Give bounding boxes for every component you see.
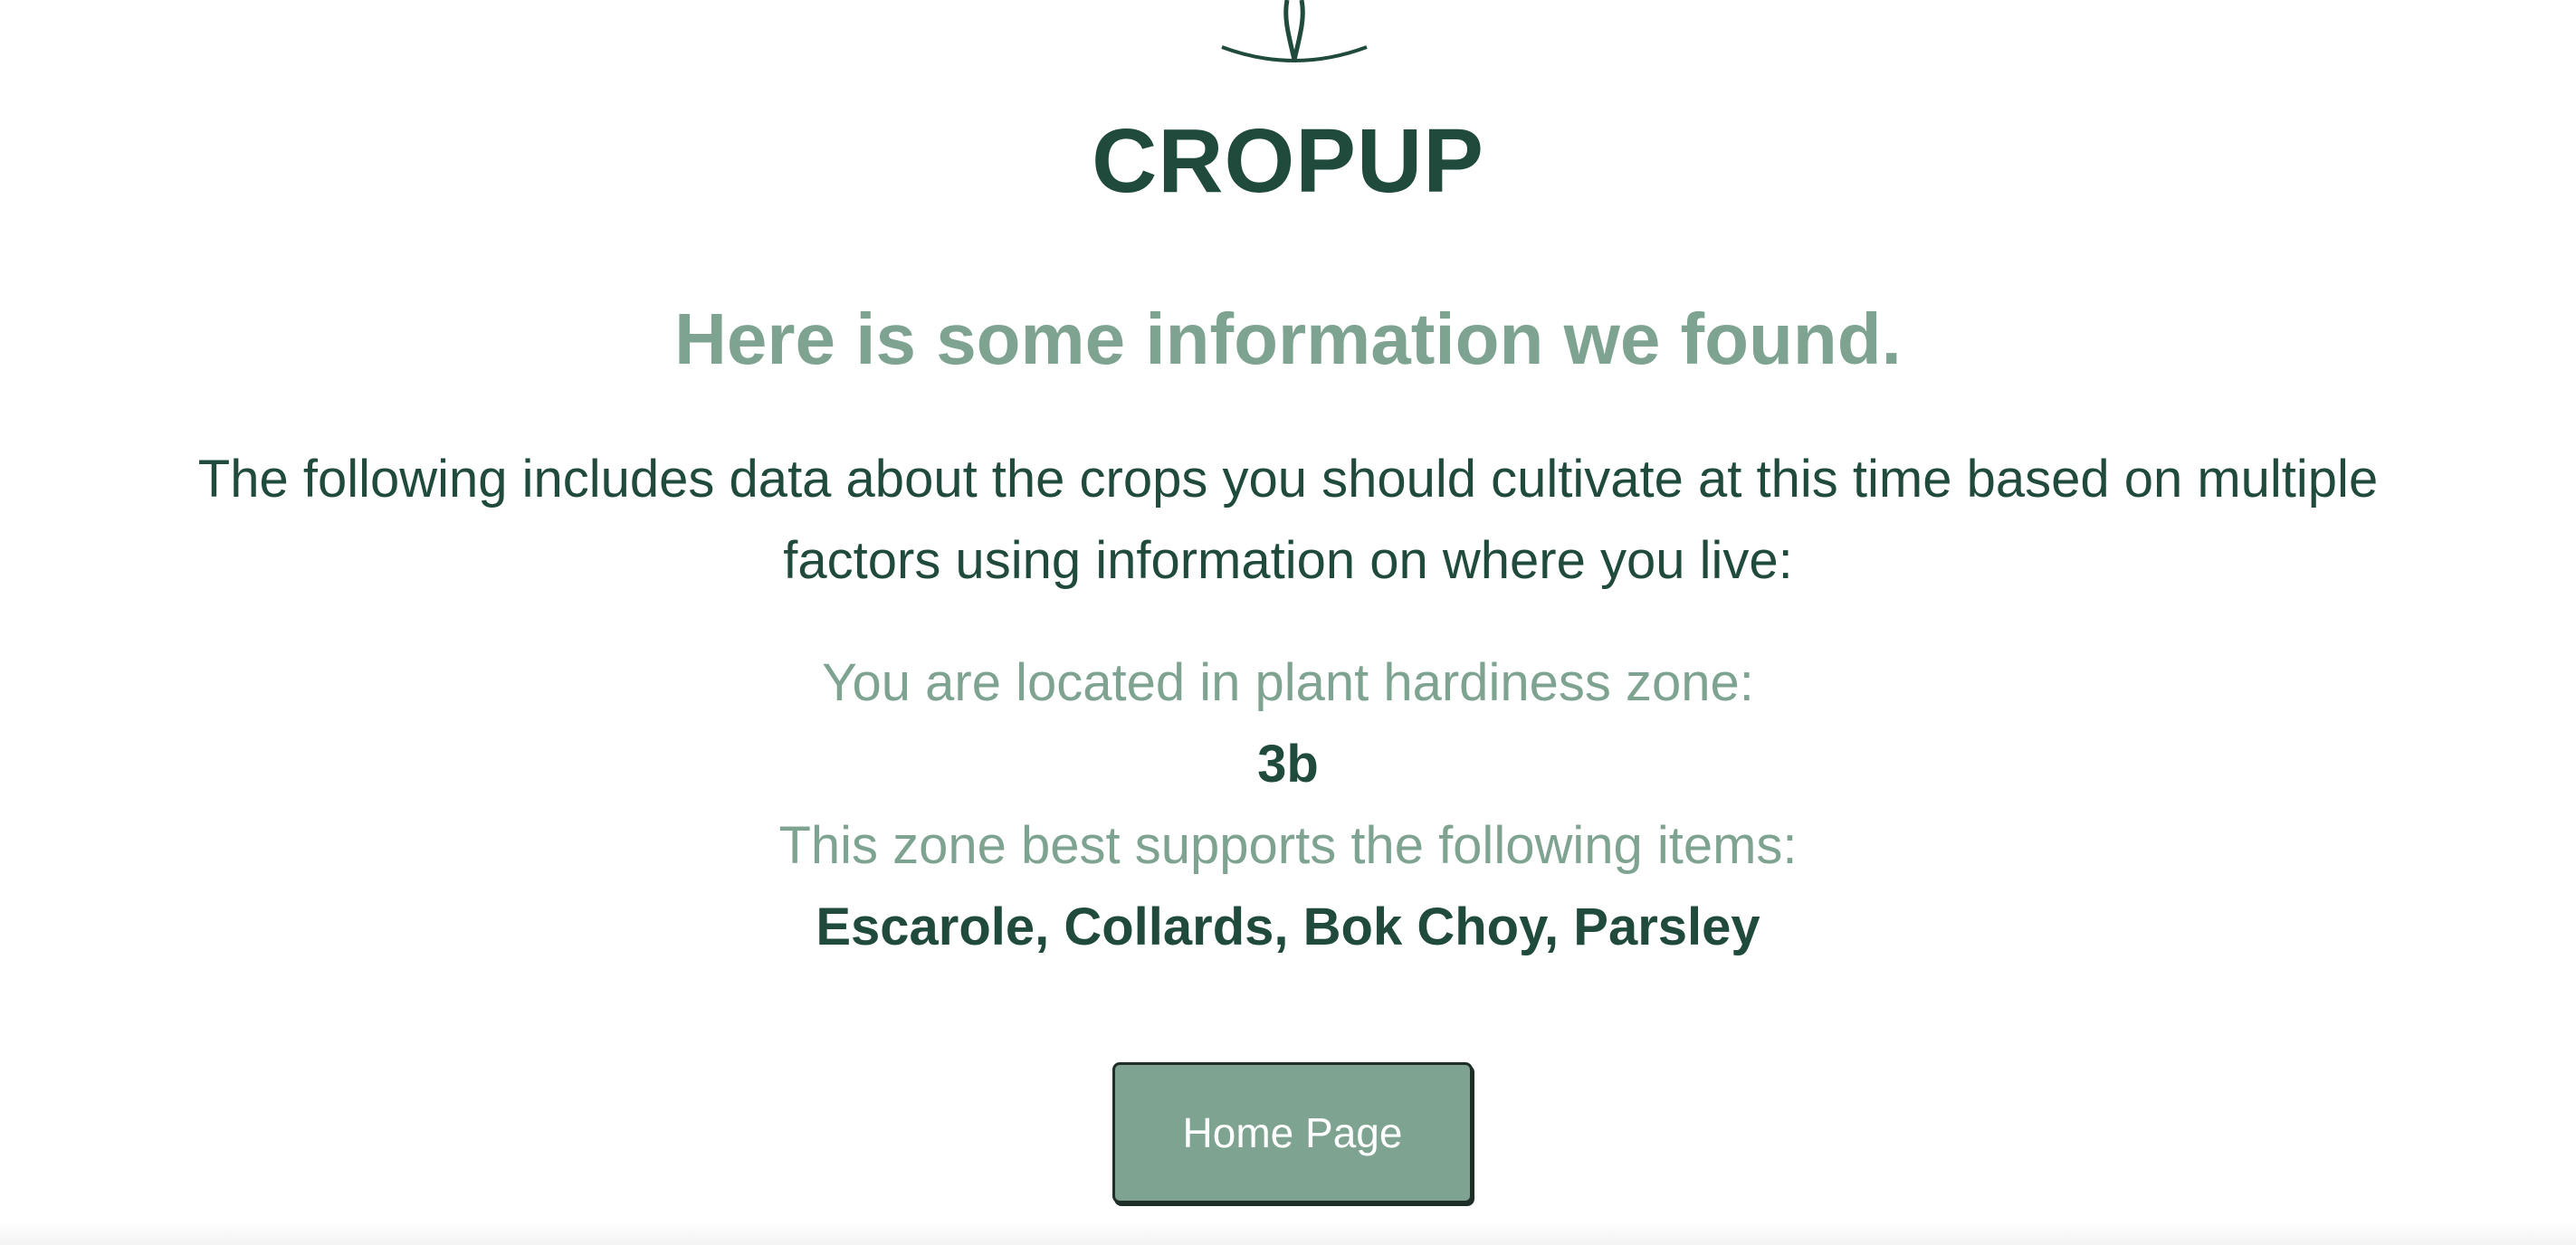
home-page-button[interactable]: Home Page — [1112, 1062, 1473, 1203]
intro-text: The following includes data about the cr… — [197, 450, 2379, 590]
bottom-divider — [0, 1221, 2576, 1245]
zone-label: You are located in plant hardiness zone: — [822, 653, 1754, 712]
sprout-logo-icon — [1221, 0, 1368, 62]
items-value: Escarole, Collards, Bok Choy, Parsley — [816, 898, 1760, 956]
results-page: CROPUP Here is some information we found… — [0, 0, 2576, 1245]
brand-title: CROPUP — [1092, 110, 1484, 212]
items-label: This zone best supports the following it… — [778, 816, 1798, 875]
page-headline: Here is some information we found. — [674, 299, 1902, 379]
zone-value: 3b — [1257, 735, 1319, 794]
